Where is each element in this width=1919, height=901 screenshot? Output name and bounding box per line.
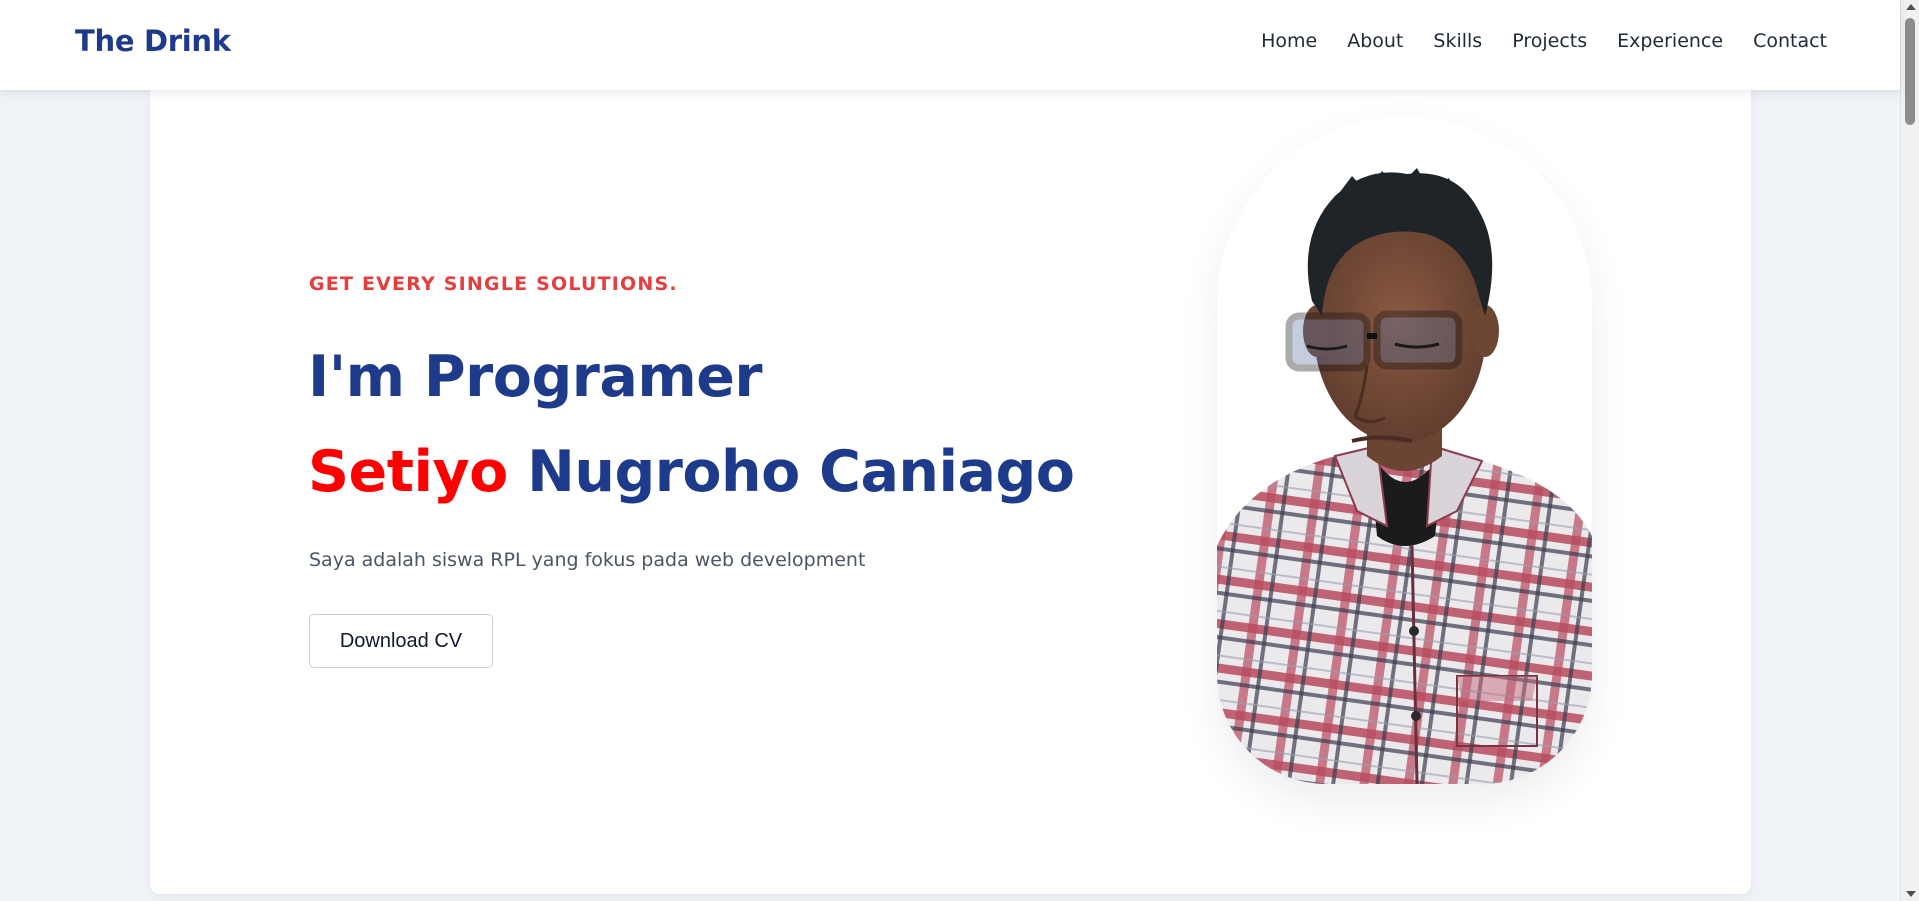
nav-link-projects[interactable]: Projects: [1512, 30, 1587, 52]
nav-link-skills[interactable]: Skills: [1433, 30, 1482, 52]
nav-link-home[interactable]: Home: [1261, 30, 1317, 52]
nav-link-contact[interactable]: Contact: [1753, 30, 1827, 52]
page-scrollbar[interactable]: [1900, 0, 1919, 901]
navbar: The Drink Home About Skills Projects Exp…: [0, 0, 1900, 90]
profile-photo: [1217, 116, 1592, 784]
hero-description: Saya adalah siswa RPL yang fokus pada we…: [309, 549, 866, 571]
nav-link-experience[interactable]: Experience: [1617, 30, 1723, 52]
portrait-illustration: [1217, 168, 1592, 784]
scroll-thumb[interactable]: [1905, 18, 1915, 125]
scroll-up-icon[interactable]: [1906, 4, 1916, 10]
brand-logo[interactable]: The Drink: [75, 24, 231, 58]
download-cv-button[interactable]: Download CV: [309, 614, 493, 668]
scroll-down-icon[interactable]: [1906, 891, 1916, 897]
hero-name: Setiyo Nugroho Caniago: [308, 437, 1075, 507]
nav-link-about[interactable]: About: [1347, 30, 1403, 52]
hero-name-rest: Nugroho Caniago: [527, 439, 1075, 505]
hero-headline: I'm Programer: [308, 344, 762, 410]
hero-tagline: GET EVERY SINGLE SOLUTIONS.: [309, 273, 678, 295]
hero-name-first: Setiyo: [308, 439, 508, 505]
nav-links: Home About Skills Projects Experience Co…: [1261, 30, 1827, 52]
